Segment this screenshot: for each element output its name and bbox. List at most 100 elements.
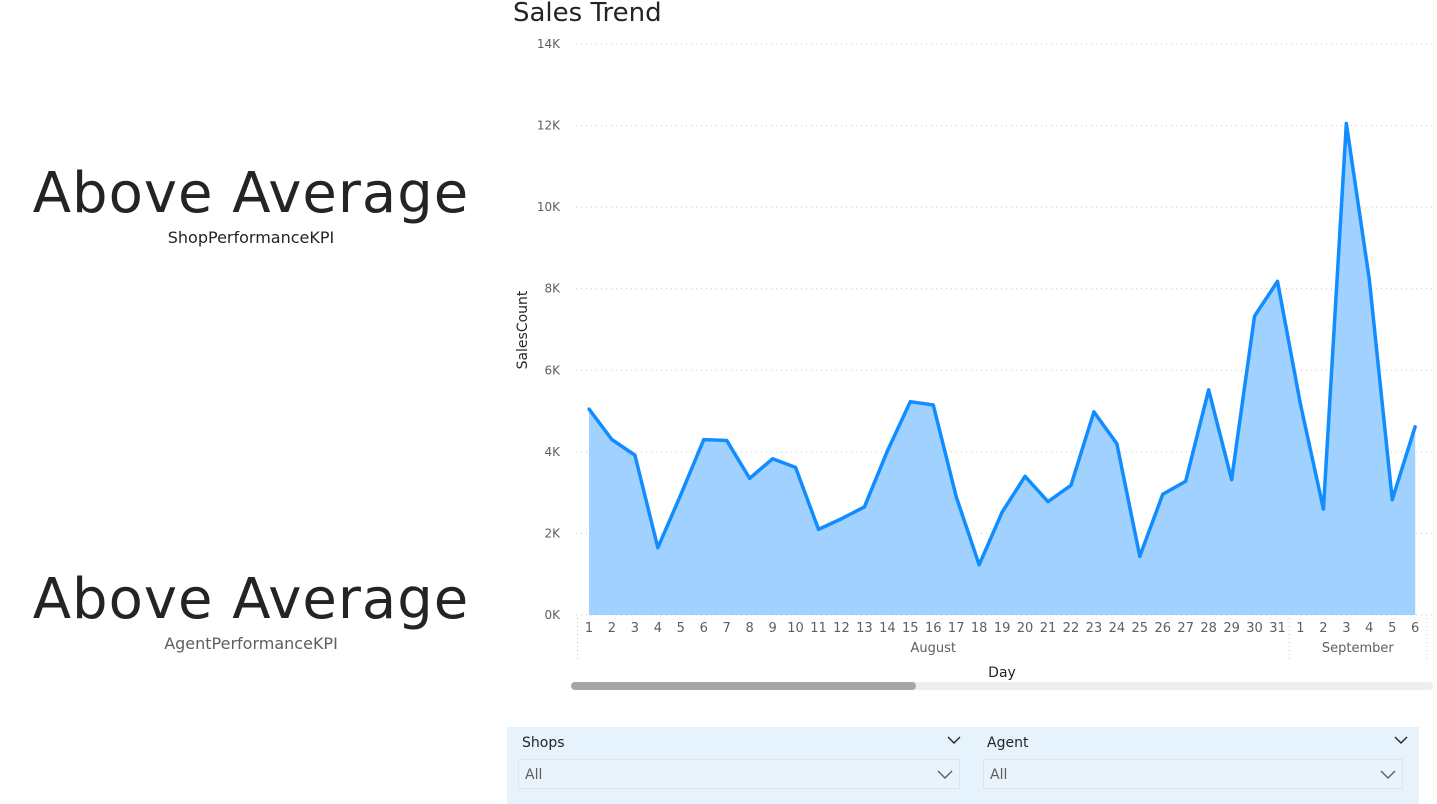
data-point	[633, 453, 637, 457]
agent-dropdown[interactable]: All	[983, 759, 1403, 789]
shop-performance-kpi-card: Above Average ShopPerformanceKPI	[0, 162, 502, 248]
sales-area-fill	[589, 123, 1416, 616]
agent-slicer-title: Agent	[987, 735, 1029, 751]
data-point	[839, 517, 844, 521]
x-tick-label: 11	[810, 621, 827, 636]
y-tick-label: 4K	[544, 445, 561, 459]
x-tick-label: 8	[746, 621, 754, 636]
shops-dropdown[interactable]: All	[518, 759, 960, 789]
sales-trend-chart[interactable]: 0K2K4K6K8K10K12K14K1 2 3 4 5 6 7 8 9 10 11 12 13 14 15…	[500, 30, 1437, 685]
data-point	[862, 505, 866, 509]
x-tick-label: 14	[879, 621, 896, 636]
chart-title: Sales Trend	[513, 0, 662, 28]
data-point	[816, 527, 821, 531]
data-point	[748, 476, 752, 480]
data-point	[1275, 279, 1280, 283]
x-tick-label: 17	[948, 621, 965, 636]
y-axis-title: SalesCount	[515, 290, 531, 369]
x-tick-label: 2	[1319, 621, 1327, 636]
x-tick-label: 28	[1200, 621, 1217, 636]
chevron-down-icon[interactable]	[947, 733, 961, 747]
data-point	[1000, 510, 1004, 514]
x-tick-label: 22	[1063, 621, 1080, 636]
x-tick-label: 16	[925, 621, 942, 636]
chevron-down-icon[interactable]	[1394, 733, 1408, 747]
data-point	[1115, 442, 1119, 446]
y-tick-label: 2K	[544, 526, 561, 540]
x-tick-label: 5	[1388, 621, 1396, 636]
data-point	[1390, 497, 1394, 502]
x-tick-label: 21	[1040, 621, 1057, 636]
y-tick-label: 6K	[544, 363, 561, 377]
data-point	[1298, 402, 1303, 406]
x-tick-label: 3	[631, 621, 639, 636]
data-point	[793, 465, 798, 469]
x-tick-label: 4	[654, 621, 662, 636]
agent-kpi-value: Above Average	[32, 567, 470, 632]
data-point	[885, 449, 889, 453]
data-point	[1413, 424, 1417, 429]
agent-kpi-label: AgentPerformanceKPI	[164, 634, 338, 653]
chart-scrollbar[interactable]	[571, 682, 1433, 690]
data-point	[587, 407, 591, 411]
data-point	[1367, 277, 1371, 281]
y-tick-label: 8K	[544, 282, 561, 296]
x-axis-title: Day	[988, 665, 1016, 681]
data-point	[1069, 483, 1073, 487]
data-point	[908, 400, 912, 404]
data-point	[1023, 474, 1027, 478]
x-tick-label: 27	[1177, 621, 1194, 636]
x-tick-label: 5	[677, 621, 685, 636]
data-point	[1344, 121, 1348, 126]
data-point	[1321, 507, 1325, 511]
data-point	[1161, 492, 1165, 496]
agent-slicer-header[interactable]: Agent	[979, 733, 1414, 753]
x-tick-label: 18	[971, 621, 988, 636]
data-point	[679, 493, 683, 497]
chart-scrollbar-thumb[interactable]	[571, 682, 916, 690]
agent-selected-value: All	[990, 767, 1008, 783]
x-tick-label: 26	[1154, 621, 1171, 636]
y-tick-label: 12K	[537, 119, 561, 133]
data-point	[977, 563, 981, 567]
x-tick-label: 24	[1109, 621, 1126, 636]
chevron-down-icon	[1380, 770, 1396, 779]
shops-slicer-title: Shops	[522, 735, 565, 751]
x-tick-label: 9	[768, 621, 776, 636]
data-point	[1092, 410, 1096, 414]
x-tick-label: 1	[585, 621, 593, 636]
data-point	[1184, 479, 1188, 483]
x-tick-label: 15	[902, 621, 919, 636]
shops-selected-value: All	[525, 767, 543, 783]
x-tick-label: 31	[1269, 621, 1286, 636]
x-tick-label: 29	[1223, 621, 1240, 636]
y-tick-label: 14K	[537, 37, 561, 51]
y-tick-label: 10K	[537, 200, 561, 214]
x-tick-label: 3	[1342, 621, 1350, 636]
data-point	[1252, 314, 1257, 318]
x-group-label: September	[1322, 641, 1395, 656]
x-tick-label: 12	[833, 621, 850, 636]
data-point	[610, 438, 614, 442]
x-tick-label: 4	[1365, 621, 1373, 636]
x-tick-label: 13	[856, 621, 873, 636]
y-tick-label: 0K	[544, 608, 561, 622]
chevron-down-icon	[937, 770, 953, 779]
x-tick-label: 2	[608, 621, 616, 636]
shop-kpi-label: ShopPerformanceKPI	[167, 228, 335, 247]
data-point	[656, 546, 660, 550]
x-tick-label: 23	[1086, 621, 1103, 636]
x-tick-label: 30	[1246, 621, 1263, 636]
agent-performance-kpi-card: Above Average AgentPerformanceKPI	[0, 568, 502, 654]
x-tick-label: 20	[1017, 621, 1034, 636]
data-point	[771, 457, 775, 461]
x-tick-label: 25	[1132, 621, 1149, 636]
data-point	[1207, 388, 1211, 392]
data-point	[931, 403, 935, 407]
x-tick-label: 6	[1411, 621, 1419, 636]
shops-slicer-header[interactable]: Shops	[514, 733, 967, 753]
shop-kpi-value: Above Average	[32, 161, 470, 226]
x-tick-label: 1	[1296, 621, 1304, 636]
data-point	[1230, 477, 1234, 482]
data-point	[725, 438, 729, 443]
